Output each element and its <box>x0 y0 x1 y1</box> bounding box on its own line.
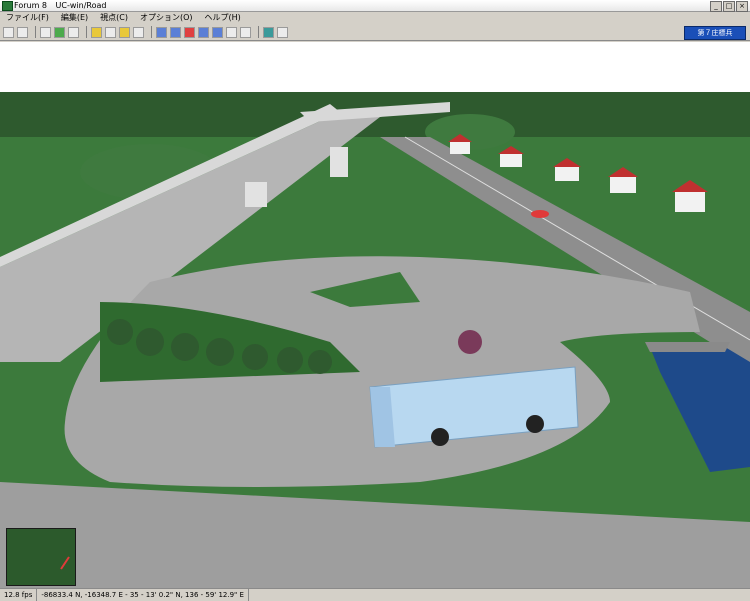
menu-view[interactable]: 視点(C) <box>94 12 134 23</box>
menu-help[interactable]: ヘルプ(H) <box>199 12 247 23</box>
scene-svg[interactable] <box>0 42 750 588</box>
pause-icon[interactable] <box>226 26 237 38</box>
camera-icon[interactable] <box>277 26 288 38</box>
tree <box>206 338 234 366</box>
red-car <box>531 210 549 218</box>
screen-icon[interactable] <box>263 26 274 38</box>
grid-icon[interactable] <box>54 26 65 38</box>
highway-pillar <box>330 147 348 177</box>
separator <box>258 26 259 38</box>
menu-options[interactable]: オプション(O) <box>134 12 199 23</box>
location-display: 第７庄標兵 <box>684 26 746 40</box>
house <box>500 154 522 167</box>
app-icon <box>2 1 13 11</box>
minimap[interactable] <box>6 528 76 586</box>
separator <box>151 26 152 38</box>
tree-icon[interactable] <box>133 26 144 38</box>
tree <box>308 350 332 374</box>
title-bar: Forum 8 UC-win/Road _ □ × <box>0 0 750 12</box>
tree <box>277 347 303 373</box>
rotate-icon[interactable] <box>170 26 181 38</box>
coordinates-display: -86833.4 N, -16348.7 E - 35 - 13' 0.2" N… <box>37 589 249 601</box>
bus-wheel <box>431 428 449 446</box>
menu-bar: ファイル(F) 編集(E) 視点(C) オプション(O) ヘルプ(H) <box>0 12 750 23</box>
3d-viewport[interactable] <box>0 42 750 588</box>
tree <box>171 333 199 361</box>
tree <box>242 344 268 370</box>
sun-icon[interactable] <box>91 26 102 38</box>
house <box>610 177 636 193</box>
minimize-button[interactable]: _ <box>710 1 722 12</box>
sign-icon[interactable] <box>119 26 130 38</box>
fps-display: 12.8 fps <box>0 589 38 601</box>
menu-edit[interactable]: 編集(E) <box>55 12 94 23</box>
person-icon[interactable] <box>212 26 223 38</box>
save-icon[interactable] <box>17 26 28 38</box>
pond-wall <box>645 342 730 352</box>
sky <box>0 42 750 92</box>
maximize-button[interactable]: □ <box>723 1 735 12</box>
status-bar: 12.8 fps -86833.4 N, -16348.7 E - 35 - 1… <box>0 588 750 601</box>
app-title: UC-win/Road <box>55 1 107 10</box>
walk-icon[interactable] <box>240 26 251 38</box>
house <box>450 142 470 154</box>
separator <box>86 26 87 38</box>
open-icon[interactable] <box>3 26 14 38</box>
app-name: Forum 8 <box>14 1 47 10</box>
separator <box>35 26 36 38</box>
move-icon[interactable] <box>156 26 167 38</box>
house <box>555 167 579 181</box>
house <box>675 192 705 212</box>
road-icon[interactable] <box>105 26 116 38</box>
highway-pillar <box>245 182 267 207</box>
bus-wheel <box>526 415 544 433</box>
close-button[interactable]: × <box>736 1 748 12</box>
target-icon[interactable] <box>184 26 195 38</box>
window-title: Forum 8 UC-win/Road <box>14 0 106 11</box>
tree <box>136 328 164 356</box>
menu-file[interactable]: ファイル(F) <box>0 12 55 23</box>
toolbar <box>0 24 750 41</box>
pen-icon[interactable] <box>40 26 51 38</box>
tree <box>107 319 133 345</box>
tree <box>458 330 482 354</box>
car-icon[interactable] <box>198 26 209 38</box>
terrain-icon[interactable] <box>68 26 79 38</box>
minimap-arrow <box>60 556 70 570</box>
